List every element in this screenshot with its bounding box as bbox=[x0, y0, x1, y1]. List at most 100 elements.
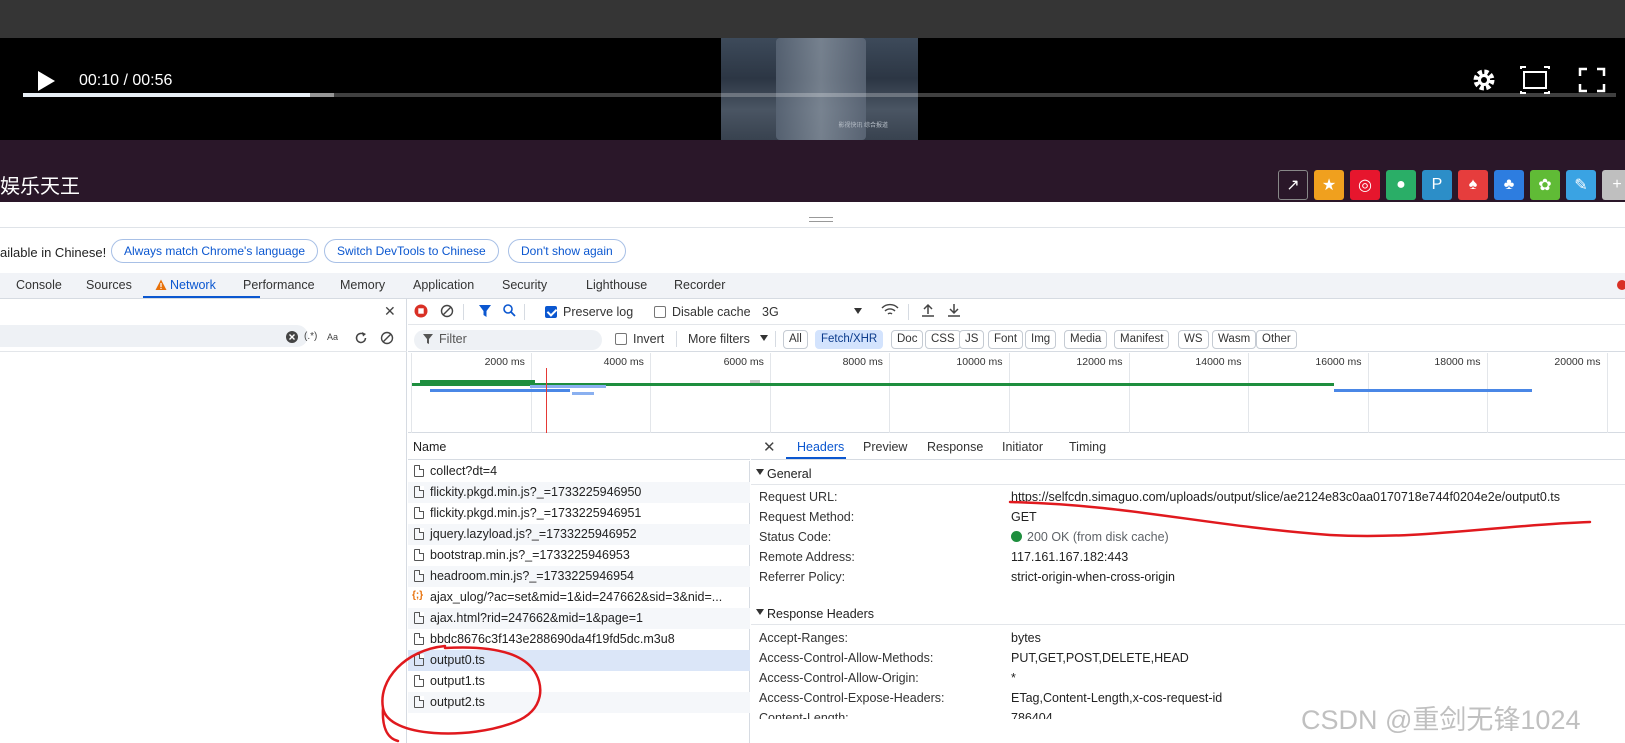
request-row[interactable]: jquery.lazyload.js?_=1733225946952 bbox=[408, 524, 750, 545]
toolbar-divider bbox=[463, 304, 464, 320]
filter-chip-font[interactable]: Font bbox=[988, 330, 1024, 349]
regex-toggle-icon[interactable]: (.*) bbox=[304, 331, 317, 342]
search-input[interactable] bbox=[0, 325, 308, 347]
header-key: Request URL: bbox=[759, 490, 838, 504]
throttle-select[interactable]: 3G bbox=[762, 305, 779, 319]
file-icon bbox=[414, 675, 424, 687]
disable-cache-checkbox[interactable] bbox=[654, 306, 666, 318]
preserve-log-checkbox[interactable] bbox=[545, 306, 557, 318]
fullscreen-icon[interactable] bbox=[1577, 66, 1607, 94]
header-value: 200 OK (from disk cache) bbox=[1011, 530, 1169, 544]
more-filters-button[interactable]: More filters bbox=[688, 332, 750, 346]
tab-timing[interactable]: Timing bbox=[1069, 440, 1106, 454]
chevron-down-icon[interactable] bbox=[760, 335, 768, 341]
tencent-weibo-icon[interactable]: P bbox=[1422, 170, 1452, 200]
request-row[interactable]: headroom.min.js?_=1733225946954 bbox=[408, 566, 750, 587]
toolbar-divider bbox=[775, 331, 776, 347]
header-key: Request Method: bbox=[759, 510, 855, 524]
kaixin-icon[interactable]: ✿ bbox=[1530, 170, 1560, 200]
close-details-icon[interactable]: ✕ bbox=[763, 438, 776, 456]
close-search-icon[interactable]: ✕ bbox=[384, 303, 396, 320]
weibo-icon[interactable]: ◎ bbox=[1350, 170, 1380, 200]
timeline-tick-label: 6000 ms bbox=[723, 356, 764, 368]
network-conditions-icon[interactable] bbox=[881, 303, 899, 317]
favorite-star-icon[interactable]: ★ bbox=[1314, 170, 1344, 200]
filter-chip-img[interactable]: Img bbox=[1025, 330, 1057, 349]
timeline-gridline bbox=[1009, 353, 1010, 433]
request-row[interactable]: flickity.pkgd.min.js?_=1733225946951 bbox=[408, 503, 750, 524]
match-case-icon[interactable]: Aa bbox=[327, 332, 338, 342]
drag-handle-icon[interactable] bbox=[809, 217, 833, 222]
dont-show-again-button[interactable]: Don't show again bbox=[508, 239, 626, 263]
filter-icon bbox=[423, 334, 433, 344]
request-row[interactable]: output2.ts bbox=[408, 692, 750, 713]
tab-initiator[interactable]: Initiator bbox=[1002, 440, 1043, 454]
tab-console[interactable]: Console bbox=[16, 278, 62, 292]
tab-sources[interactable]: Sources bbox=[86, 278, 132, 292]
request-name: output1.ts bbox=[430, 674, 485, 688]
tab-lighthouse[interactable]: Lighthouse bbox=[586, 278, 647, 292]
filter-chip-manifest[interactable]: Manifest bbox=[1114, 330, 1170, 349]
baidu-icon[interactable]: ♣ bbox=[1494, 170, 1524, 200]
requests-table-header[interactable]: Name bbox=[408, 434, 750, 460]
video-progress-bar[interactable] bbox=[23, 93, 1616, 97]
filter-chip-all[interactable]: All bbox=[783, 330, 808, 349]
header-value: bytes bbox=[1011, 631, 1041, 645]
clear-results-icon[interactable] bbox=[380, 331, 394, 345]
filter-chip-css[interactable]: CSS bbox=[925, 330, 961, 349]
filter-chip-wasm[interactable]: Wasm bbox=[1212, 330, 1257, 349]
filter-funnel-icon[interactable] bbox=[478, 304, 492, 318]
tab-performance[interactable]: Performance bbox=[243, 278, 315, 292]
filter-chip-media[interactable]: Media bbox=[1064, 330, 1108, 349]
tab-preview[interactable]: Preview bbox=[863, 440, 907, 454]
export-har-icon[interactable] bbox=[947, 303, 961, 317]
more-icon[interactable]: + bbox=[1602, 170, 1625, 200]
clear-log-icon[interactable] bbox=[440, 304, 454, 318]
filter-chip-js[interactable]: JS bbox=[959, 330, 985, 349]
clear-search-icon[interactable] bbox=[286, 331, 298, 343]
refresh-icon[interactable] bbox=[354, 331, 368, 345]
video-player[interactable]: 影视快讯 综合报道 bbox=[0, 38, 1625, 140]
picture-in-picture-icon[interactable] bbox=[1520, 66, 1550, 94]
request-row[interactable]: collect?dt=4 bbox=[408, 461, 750, 482]
invert-checkbox[interactable] bbox=[615, 333, 627, 345]
tab-headers[interactable]: Headers bbox=[797, 440, 844, 454]
request-row[interactable]: bbdc8676c3f143e288690da4f19fd5dc.m3u8 bbox=[408, 629, 750, 650]
filter-chip-fetchxhr[interactable]: Fetch/XHR bbox=[815, 330, 884, 349]
header-value: PUT,GET,POST,DELETE,HEAD bbox=[1011, 651, 1189, 665]
switch-to-chinese-button[interactable]: Switch DevTools to Chinese bbox=[324, 239, 499, 263]
tab-memory[interactable]: Memory bbox=[340, 278, 385, 292]
file-icon bbox=[414, 696, 424, 708]
request-row[interactable]: output0.ts bbox=[408, 650, 750, 671]
share-export-icon[interactable]: ↗ bbox=[1278, 170, 1308, 200]
devtools-splitter[interactable] bbox=[0, 202, 1625, 228]
settings-gear-icon[interactable] bbox=[1469, 66, 1499, 94]
play-icon[interactable] bbox=[36, 70, 56, 92]
tab-application[interactable]: Application bbox=[413, 278, 474, 292]
qq-icon[interactable]: ♠ bbox=[1458, 170, 1488, 200]
filter-chip-doc[interactable]: Doc bbox=[891, 330, 924, 349]
tab-security[interactable]: Security bbox=[502, 278, 547, 292]
request-name: flickity.pkgd.min.js?_=1733225946950 bbox=[430, 485, 642, 499]
wechat-icon[interactable]: ● bbox=[1386, 170, 1416, 200]
tab-network[interactable]: Network bbox=[170, 278, 216, 292]
filter-chip-ws[interactable]: WS bbox=[1178, 330, 1209, 349]
request-row[interactable]: ajax.html?rid=247662&mid=1&page=1 bbox=[408, 608, 750, 629]
request-row[interactable]: flickity.pkgd.min.js?_=1733225946950 bbox=[408, 482, 750, 503]
filter-chip-other[interactable]: Other bbox=[1256, 330, 1297, 349]
error-badge-icon[interactable] bbox=[1617, 280, 1625, 290]
request-row[interactable]: bootstrap.min.js?_=1733225946953 bbox=[408, 545, 750, 566]
warning-icon bbox=[155, 279, 167, 290]
tab-response[interactable]: Response bbox=[927, 440, 983, 454]
general-section-toggle[interactable]: General bbox=[751, 463, 1625, 485]
chevron-down-icon[interactable] bbox=[854, 308, 862, 314]
import-har-icon[interactable] bbox=[921, 303, 935, 317]
tab-recorder[interactable]: Recorder bbox=[674, 278, 725, 292]
search-icon[interactable] bbox=[502, 303, 516, 317]
request-row[interactable]: output1.ts bbox=[408, 671, 750, 692]
response-headers-section-toggle[interactable]: Response Headers bbox=[751, 603, 1625, 625]
always-match-language-button[interactable]: Always match Chrome's language bbox=[111, 239, 319, 263]
note-icon[interactable]: ✎ bbox=[1566, 170, 1596, 200]
stop-recording-icon[interactable] bbox=[414, 304, 428, 318]
request-row[interactable]: {;} ajax_ulog/?ac=set&mid=1&id=247662&sid… bbox=[408, 587, 750, 608]
